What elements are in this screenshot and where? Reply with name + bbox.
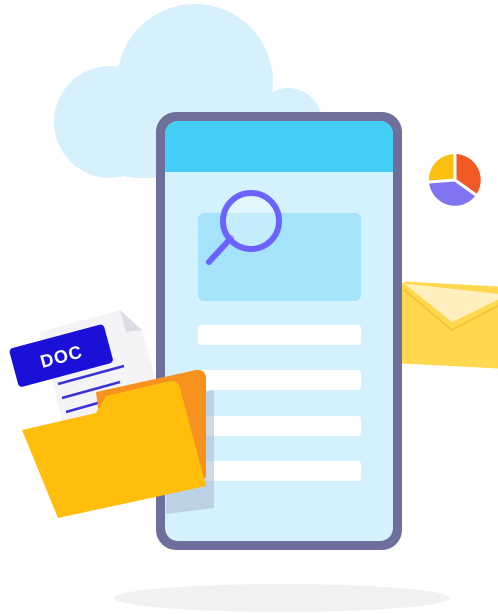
search-documents-illustration: DOC (9, 4, 498, 612)
list-row (198, 461, 361, 481)
phone-header-bar (165, 121, 393, 172)
ground-shadow (114, 584, 450, 612)
illustration-canvas: DOC (0, 0, 498, 614)
list-row (198, 416, 361, 436)
list-row (198, 370, 361, 390)
pie-chart-icon (428, 153, 481, 206)
list-row (198, 325, 361, 345)
envelope-icon (398, 281, 498, 369)
